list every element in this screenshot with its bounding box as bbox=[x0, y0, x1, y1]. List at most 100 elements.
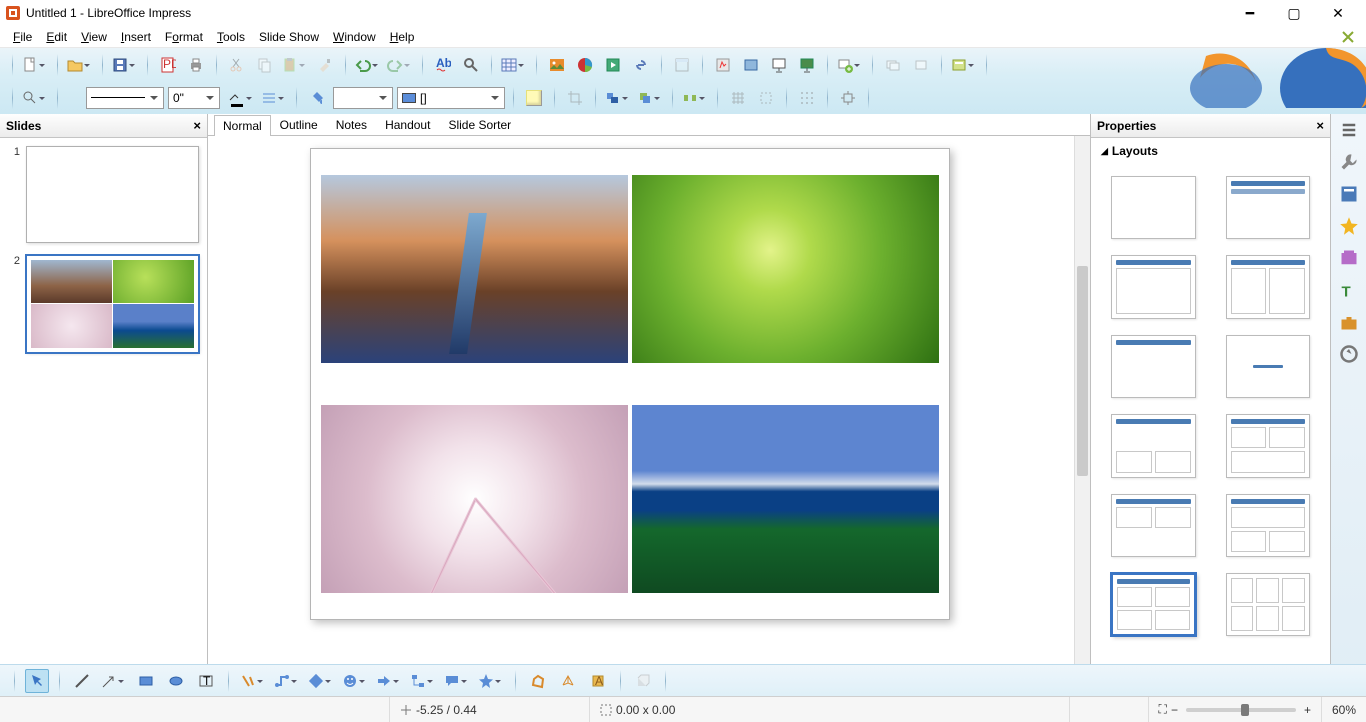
line-color-button[interactable] bbox=[224, 86, 256, 110]
slide-layout-button[interactable] bbox=[950, 53, 978, 77]
fill-type-select[interactable] bbox=[333, 87, 393, 109]
image-succulent[interactable] bbox=[632, 175, 939, 363]
minimize-button[interactable]: ━ bbox=[1228, 1, 1272, 25]
tab-outline[interactable]: Outline bbox=[271, 114, 327, 136]
menu-window[interactable]: Window bbox=[326, 28, 383, 46]
new-button[interactable] bbox=[21, 53, 49, 77]
callouts-tool[interactable] bbox=[443, 669, 471, 693]
print-button[interactable] bbox=[184, 53, 208, 77]
slide-thumb[interactable]: 1 bbox=[8, 146, 199, 243]
basic-shapes-tool[interactable] bbox=[307, 669, 335, 693]
shadow-button[interactable] bbox=[522, 86, 546, 110]
rectangle-tool[interactable] bbox=[134, 669, 158, 693]
presentation-button[interactable] bbox=[767, 53, 791, 77]
duplicate-slide-button[interactable] bbox=[881, 53, 905, 77]
undo-button[interactable] bbox=[354, 53, 382, 77]
close-icon[interactable]: × bbox=[1316, 118, 1324, 133]
insert-header-button[interactable] bbox=[670, 53, 694, 77]
slide-canvas[interactable]: ◄ ► bbox=[208, 136, 1090, 696]
polygon-tool[interactable] bbox=[526, 669, 550, 693]
image-flower-macro[interactable] bbox=[321, 405, 628, 593]
zoom-slider[interactable] bbox=[1186, 708, 1296, 712]
symbol-shapes-tool[interactable] bbox=[341, 669, 369, 693]
tab-normal[interactable]: Normal bbox=[214, 115, 271, 137]
layout-title-only[interactable] bbox=[1111, 335, 1196, 398]
slide-2-preview[interactable] bbox=[26, 255, 199, 352]
arrange-button[interactable] bbox=[636, 86, 664, 110]
menu-format[interactable]: Format bbox=[158, 28, 210, 46]
properties-icon[interactable] bbox=[1339, 184, 1359, 204]
flowchart-tool[interactable] bbox=[409, 669, 437, 693]
menu-file[interactable]: File bbox=[6, 28, 39, 46]
insert-image-button[interactable] bbox=[545, 53, 569, 77]
save-button[interactable] bbox=[111, 53, 139, 77]
grid-toggle-button[interactable] bbox=[726, 86, 750, 110]
menu-edit[interactable]: Edit bbox=[39, 28, 74, 46]
copy-button[interactable] bbox=[253, 53, 277, 77]
3d-tool[interactable] bbox=[556, 669, 580, 693]
table-button[interactable] bbox=[500, 53, 528, 77]
arrow-tool[interactable] bbox=[100, 669, 128, 693]
menu-tools[interactable]: Tools bbox=[210, 28, 252, 46]
delete-slide-button[interactable] bbox=[909, 53, 933, 77]
block-arrows-tool[interactable] bbox=[375, 669, 403, 693]
star-icon[interactable] bbox=[1339, 216, 1359, 236]
open-button[interactable] bbox=[66, 53, 94, 77]
zoom-button[interactable] bbox=[21, 86, 49, 110]
connector-tool[interactable] bbox=[273, 669, 301, 693]
zoom-level[interactable]: 60% bbox=[1322, 697, 1366, 722]
align-objects-button[interactable] bbox=[604, 86, 632, 110]
ellipse-tool[interactable] bbox=[164, 669, 188, 693]
image-river-canyon[interactable] bbox=[321, 175, 628, 363]
presentation-from-first-button[interactable] bbox=[795, 53, 819, 77]
briefcase-icon[interactable] bbox=[1339, 312, 1359, 332]
spellcheck-button[interactable]: Abc bbox=[431, 53, 455, 77]
layout-four-content[interactable] bbox=[1111, 573, 1196, 636]
maximize-button[interactable]: ▢ bbox=[1272, 1, 1316, 25]
curve-tool[interactable] bbox=[239, 669, 267, 693]
layout-centered-text[interactable] bbox=[1226, 335, 1311, 398]
find-button[interactable] bbox=[459, 53, 483, 77]
snap-toggle-button[interactable] bbox=[754, 86, 778, 110]
line-tool[interactable] bbox=[70, 669, 94, 693]
layout-two-top[interactable] bbox=[1111, 494, 1196, 557]
slide-thumb[interactable]: 2 bbox=[8, 255, 199, 352]
snap-to-grid-button[interactable] bbox=[836, 86, 860, 110]
options-button[interactable] bbox=[711, 53, 735, 77]
menu-help[interactable]: Help bbox=[383, 28, 422, 46]
navigator-icon[interactable] bbox=[1339, 344, 1359, 364]
tab-handout[interactable]: Handout bbox=[376, 114, 439, 136]
sidebar-toggle-icon[interactable] bbox=[1339, 120, 1359, 140]
close-button[interactable]: ✕ bbox=[1316, 1, 1360, 25]
paste-button[interactable] bbox=[281, 53, 309, 77]
close-icon[interactable]: × bbox=[193, 118, 201, 133]
tab-sorter[interactable]: Slide Sorter bbox=[439, 114, 520, 136]
distribute-button[interactable] bbox=[681, 86, 709, 110]
close-document-icon[interactable] bbox=[1336, 25, 1360, 49]
format-paintbrush-button[interactable] bbox=[313, 53, 337, 77]
layout-title-content[interactable] bbox=[1111, 255, 1196, 318]
slide-1-preview[interactable] bbox=[26, 146, 199, 243]
redo-button[interactable] bbox=[386, 53, 414, 77]
text-icon[interactable]: T bbox=[1339, 280, 1359, 300]
gallery-icon[interactable] bbox=[1339, 248, 1359, 268]
crop-button[interactable] bbox=[563, 86, 587, 110]
cut-button[interactable] bbox=[225, 53, 249, 77]
layout-split[interactable] bbox=[1226, 494, 1311, 557]
line-style-select[interactable] bbox=[86, 87, 164, 109]
slide-content[interactable] bbox=[310, 148, 950, 620]
menu-insert[interactable]: Insert bbox=[114, 28, 158, 46]
layout-blank[interactable] bbox=[1111, 176, 1196, 239]
layout-two-bottom[interactable] bbox=[1111, 414, 1196, 477]
fill-button[interactable] bbox=[305, 86, 329, 110]
master-slide-button[interactable] bbox=[739, 53, 763, 77]
arrow-style-button[interactable] bbox=[260, 86, 288, 110]
layout-content-two[interactable] bbox=[1226, 414, 1311, 477]
page-fit-icon[interactable]: ⛶ bbox=[1159, 702, 1167, 717]
layouts-section-header[interactable]: ◢ Layouts bbox=[1091, 138, 1330, 164]
wrench-icon[interactable] bbox=[1339, 152, 1359, 172]
insert-media-button[interactable] bbox=[601, 53, 625, 77]
fill-value-select[interactable]: [] bbox=[397, 87, 505, 109]
layout-title[interactable] bbox=[1226, 176, 1311, 239]
export-pdf-button[interactable]: PDF bbox=[156, 53, 180, 77]
